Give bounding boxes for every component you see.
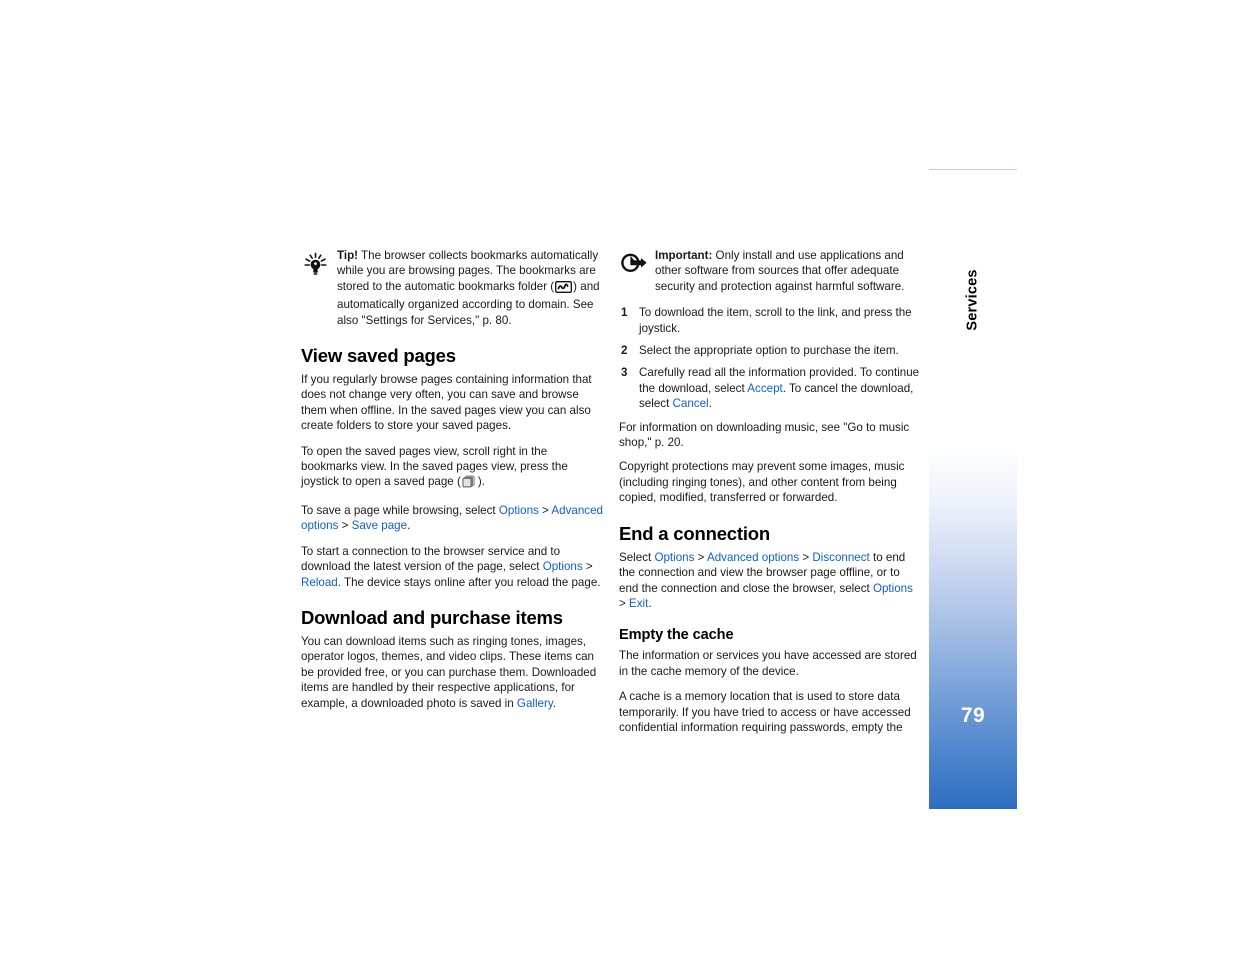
reload-text-2: . The device stays online after you relo…: [337, 575, 601, 589]
paragraph-open-saved-pages: To open the saved pages view, scroll rig…: [301, 444, 603, 493]
link-reload[interactable]: Reload: [301, 576, 338, 589]
important-note: Important: Only install and use applicat…: [619, 248, 921, 294]
link-advanced-options-end[interactable]: Advanced options: [707, 551, 799, 564]
link-save-page[interactable]: Save page: [352, 519, 407, 532]
step-number: 2: [621, 344, 628, 358]
download-text-2: .: [552, 696, 557, 710]
list-item: 1 To download the item, scroll to the lin…: [619, 305, 921, 336]
tip-lead: Tip!: [337, 249, 359, 262]
paragraph-cache-1: The information or services you have acc…: [619, 649, 917, 678]
heading-view-saved-pages: View saved pages: [301, 345, 456, 367]
reload-text-1: To start a connection to the browser ser…: [301, 544, 561, 574]
important-note-text: Important: Only install and use applicat…: [655, 248, 921, 294]
separator-4: >: [694, 550, 707, 564]
bookmarks-folder-icon: [555, 280, 573, 297]
paragraph-download-items: You can download items such as ringing t…: [301, 634, 603, 711]
step-text-3: .: [708, 397, 712, 411]
link-options-exit[interactable]: Options: [873, 582, 913, 595]
page-number: 79: [960, 704, 986, 727]
section-tab-label: Services: [929, 240, 1017, 360]
heading-end-a-connection: End a connection: [619, 522, 770, 544]
list-item: 2 Select the appropriate option to purcha…: [619, 343, 921, 358]
important-lead: Important:: [655, 249, 713, 262]
step-text: Select the appropriate option to purchas…: [639, 344, 899, 358]
end-text-3: .: [648, 596, 652, 610]
left-text-column: Tip! The browser collects bookmarks auto…: [301, 248, 603, 721]
save-page-text-1: To save a page while browsing, select: [301, 503, 499, 517]
purchase-steps-list: 1 To download the item, scroll to the lin…: [619, 305, 921, 411]
separator-3: >: [582, 560, 593, 574]
separator-5: >: [799, 550, 813, 564]
save-page-text-2: .: [407, 519, 411, 533]
saved-page-icon: [462, 475, 477, 492]
heading-download-purchase-items: Download and purchase items: [301, 606, 563, 628]
open-saved-text-1: To open the saved pages view, scroll rig…: [301, 444, 568, 489]
step-text: To download the item, scroll to the link…: [639, 306, 912, 335]
separator-6: >: [619, 596, 629, 610]
link-accept[interactable]: Accept: [747, 382, 782, 395]
paragraph-cache-2: A cache is a memory location that is use…: [619, 690, 911, 734]
paragraph-end-connection: Select Options > Advanced options > Disc…: [619, 550, 921, 612]
important-arrow-icon: [619, 250, 649, 280]
heading-empty-the-cache: Empty the cache: [619, 627, 734, 644]
link-options-reload[interactable]: Options: [543, 560, 583, 573]
tip-note-text: Tip! The browser collects bookmarks auto…: [337, 248, 603, 328]
end-text-1: Select: [619, 550, 655, 564]
link-options[interactable]: Options: [499, 504, 539, 517]
link-gallery[interactable]: Gallery: [517, 697, 553, 710]
link-cancel[interactable]: Cancel: [673, 397, 709, 410]
link-exit[interactable]: Exit: [629, 597, 648, 610]
paragraph-saved-pages-intro: If you regularly browse pages containing…: [301, 373, 592, 433]
paragraph-save-page: To save a page while browsing, select Op…: [301, 503, 603, 534]
step-number: 1: [621, 306, 628, 320]
paragraph-music-shop: For information on downloading music, se…: [619, 420, 910, 450]
list-item: 3 Carefully read all the information prov…: [619, 365, 921, 411]
link-options-end[interactable]: Options: [654, 551, 694, 564]
separator-1: >: [538, 503, 552, 517]
paragraph-reload: To start a connection to the browser ser…: [301, 544, 603, 590]
open-saved-text-2: ).: [477, 475, 485, 489]
lightbulb-icon: [301, 250, 331, 280]
document-page: Tip! The browser collects bookmarks auto…: [0, 0, 1235, 954]
paragraph-copyright: Copyright protections may prevent some i…: [619, 460, 905, 505]
section-tab-label-text: Services: [964, 269, 981, 331]
right-text-column: Important: Only install and use applicat…: [619, 248, 921, 745]
tip-note: Tip! The browser collects bookmarks auto…: [301, 248, 603, 328]
separator-2: >: [338, 519, 352, 533]
step-number: 3: [621, 366, 628, 380]
link-disconnect[interactable]: Disconnect: [812, 551, 869, 564]
